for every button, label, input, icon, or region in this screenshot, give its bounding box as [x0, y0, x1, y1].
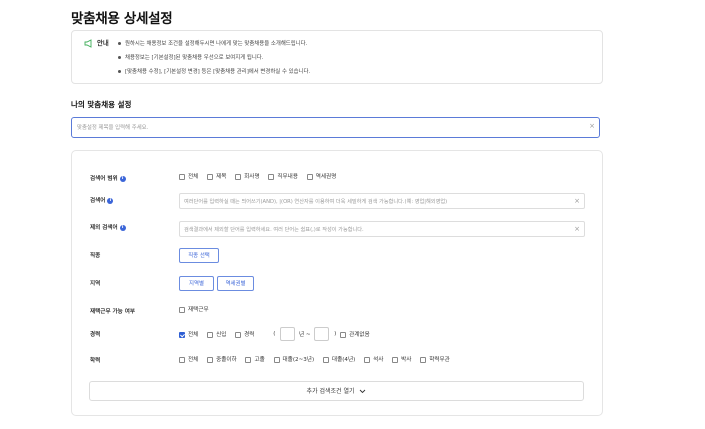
section-title: 나의 맞춤채용 설정	[71, 100, 132, 109]
checkbox-all[interactable]: 전체	[179, 172, 198, 180]
notice-line: 채용정보는 [기본설정]된 맞춤채용 우선으로 보여지게 됩니다.	[118, 53, 263, 61]
region-label: 지역	[90, 281, 101, 287]
paren-close: )	[334, 331, 337, 337]
info-icon[interactable]: i	[119, 224, 126, 231]
checkbox-irrelevant[interactable]: 관계없음	[340, 330, 370, 338]
education-label: 학력	[90, 358, 101, 364]
checkbox-experienced[interactable]: 경력	[235, 330, 254, 338]
clear-icon[interactable]: ×	[589, 123, 595, 130]
setting-name-field[interactable]: ×	[71, 117, 600, 138]
page-title: 맞춤채용 상세설정	[71, 11, 173, 27]
exclude-keyword-label: 제외 검색어 i	[90, 223, 126, 231]
checkbox-high-school[interactable]: 고졸	[245, 355, 265, 363]
job-select-button[interactable]: 직종 선택	[179, 248, 219, 263]
checkbox-master[interactable]: 석사	[364, 355, 383, 363]
more-conditions-label: 추가 검색조건 열기	[306, 388, 355, 395]
search-options-panel: 검색어 범위i 전체 제목 회사명 직무내용 역세권명 검색어i × 제외 검색…	[71, 150, 603, 416]
career-label: 경력	[90, 332, 101, 338]
clear-icon[interactable]: ×	[574, 226, 580, 233]
exclude-keyword-input[interactable]	[184, 224, 564, 235]
job-label: 직종	[90, 253, 101, 259]
checkbox-middle-school[interactable]: 중졸이하	[207, 355, 237, 363]
checkbox-station[interactable]: 역세권명	[306, 172, 336, 180]
notice-box: 안내 원하시는 채용정보 조건을 설정해두시면 나에게 맞는 맞춤채용을 소개해…	[71, 30, 603, 84]
info-icon[interactable]: i	[119, 175, 126, 182]
keyword-field[interactable]: ×	[179, 193, 585, 209]
checkbox-company[interactable]: 회사명	[235, 172, 260, 180]
career-min-years-input[interactable]	[280, 327, 296, 341]
years-separator: 년 ~	[298, 332, 311, 338]
search-scope-options: 전체 제목 회사명 직무내용 역세권명	[179, 172, 343, 180]
education-options: 전체 중졸이하 고졸 대졸(2~3년) 대졸(4년) 석사 박사 학력무관	[179, 355, 457, 363]
chevron-down-icon	[360, 389, 366, 394]
megaphone-icon	[84, 39, 92, 48]
notice-label: 안내	[97, 39, 109, 47]
checkbox-job-content[interactable]: 직무내용	[268, 172, 298, 180]
clear-icon[interactable]: ×	[574, 198, 580, 205]
checkbox-edu-all[interactable]: 전체	[179, 355, 198, 363]
career-options: 전체 신입 경력 ( 년 ~ ) 관계없음	[179, 327, 377, 341]
exclude-keyword-field[interactable]: ×	[179, 221, 585, 237]
search-scope-label: 검색어 범위 i	[90, 174, 126, 182]
checkbox-university-4[interactable]: 대졸(4년)	[322, 355, 355, 363]
station-region-button[interactable]: 역세권별	[217, 276, 254, 291]
checkbox-title[interactable]: 제목	[207, 172, 226, 180]
keyword-label: 검색어 i	[90, 196, 114, 204]
checkbox-doctor[interactable]: 박사	[392, 355, 411, 363]
notice-line: 원하시는 채용정보 조건을 설정해두시면 나에게 맞는 맞춤채용을 소개해드립니…	[118, 39, 307, 47]
remote-options: 재택근무	[179, 305, 216, 313]
region-button[interactable]: 지역별	[179, 276, 214, 291]
checkbox-college-2-3[interactable]: 대졸(2~3년)	[273, 355, 314, 363]
checkbox-edu-irrelevant[interactable]: 학력무관	[420, 355, 450, 363]
checkbox-remote[interactable]: 재택근무	[179, 305, 209, 313]
checkbox-career-all[interactable]: 전체	[179, 330, 198, 338]
keyword-input[interactable]	[184, 196, 564, 207]
checkbox-newcomer[interactable]: 신입	[207, 330, 226, 338]
info-icon[interactable]: i	[107, 197, 114, 204]
setting-name-input[interactable]	[77, 121, 577, 134]
notice-line: [맞춤채용 수정], [기본설정 변경] 등은 [맞춤채용 관리]에서 변경하실…	[118, 67, 310, 75]
remote-label: 재택근무 가능 여부	[90, 309, 136, 315]
career-max-years-input[interactable]	[314, 327, 330, 341]
paren-open: (	[273, 331, 276, 337]
more-conditions-button[interactable]: 추가 검색조건 열기	[89, 381, 584, 401]
